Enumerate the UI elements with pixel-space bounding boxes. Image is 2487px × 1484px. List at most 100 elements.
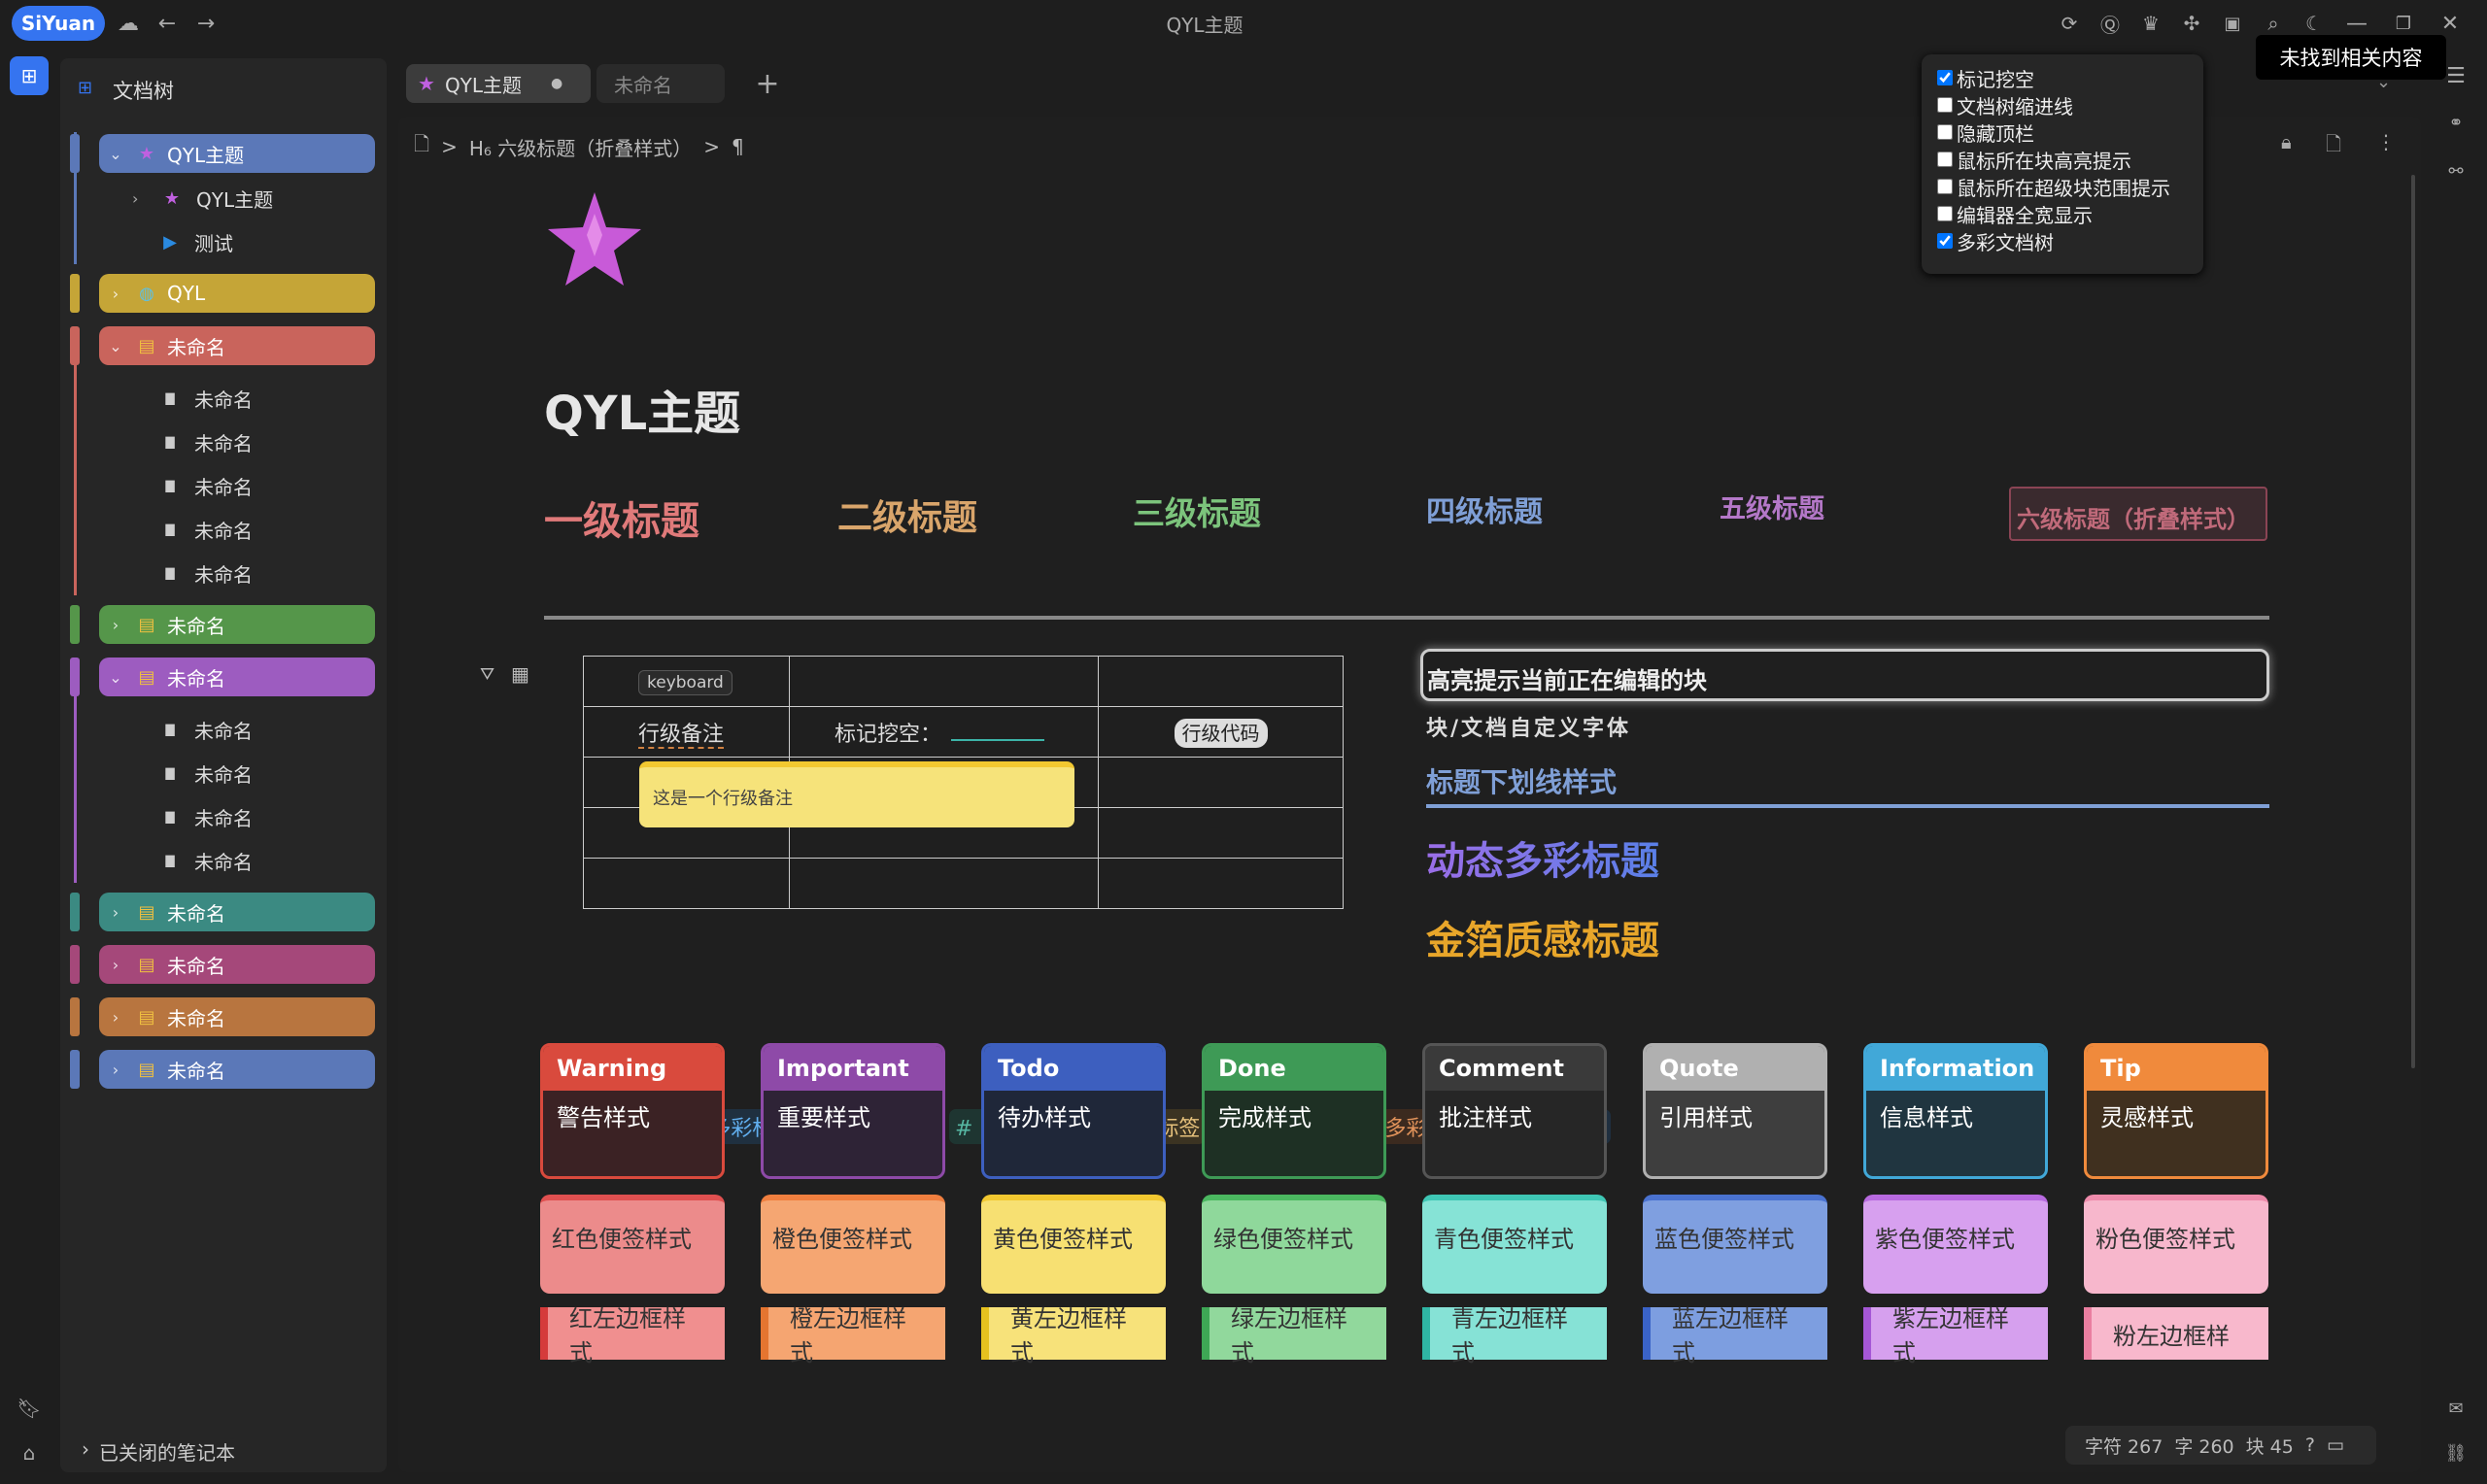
left-border-block[interactable]: 青左边框样式 xyxy=(1422,1305,1607,1366)
help-icon[interactable]: ? xyxy=(2305,1434,2315,1456)
chevron-right-icon[interactable]: › xyxy=(132,189,152,208)
tag-icon[interactable]: ⌂ xyxy=(10,1433,49,1472)
notebook-6[interactable]: › ▤ 未命名 xyxy=(60,943,387,986)
tab-untitled[interactable]: 未命名 xyxy=(596,64,725,103)
setting-checkbox[interactable] xyxy=(1937,152,1953,167)
sticky-note[interactable]: 黄色便签样式 xyxy=(981,1195,1166,1294)
notebook-pill[interactable]: › ▤ 未命名 xyxy=(99,1050,375,1089)
callout-important[interactable]: Important 重要样式 xyxy=(761,1043,945,1179)
forward-icon[interactable]: → xyxy=(190,8,221,39)
setting-option[interactable]: 隐藏顶栏 xyxy=(1937,118,2034,146)
back-icon[interactable]: ← xyxy=(152,8,183,39)
underline-heading[interactable]: 标题下划线样式 xyxy=(1426,761,2269,808)
global-graph-icon[interactable]: ⚯ xyxy=(2436,152,2475,190)
tab-menu-chevron-icon[interactable]: ⌄ xyxy=(2376,72,2391,92)
panel-icon[interactable]: ▭ xyxy=(2327,1434,2344,1456)
chevron-right-icon[interactable]: › xyxy=(99,1008,132,1027)
notebook-1[interactable]: › ◍ QYL xyxy=(60,272,387,315)
heading-4[interactable]: 四级标题 xyxy=(1426,488,1543,530)
sticky-note[interactable]: 青色便签样式 xyxy=(1422,1195,1607,1294)
doc-item[interactable]: ▇ 未命名 xyxy=(60,708,387,751)
callout-todo[interactable]: Todo 待办样式 xyxy=(981,1043,1166,1179)
callout-quote[interactable]: Quote 引用样式 xyxy=(1643,1043,1827,1179)
doc-item[interactable]: ▇ 未命名 xyxy=(60,552,387,594)
chevron-right-icon[interactable]: › xyxy=(99,285,132,303)
left-border-block[interactable]: 黄左边框样式 xyxy=(981,1305,1166,1366)
setting-checkbox[interactable] xyxy=(1937,97,1953,113)
doc-icon[interactable]: 🗋 xyxy=(2326,130,2341,163)
sync-icon[interactable]: ⟳ xyxy=(2054,8,2085,39)
closed-notebooks[interactable]: › 已关闭的笔记本 xyxy=(82,1437,235,1466)
setting-checkbox[interactable] xyxy=(1937,206,1953,221)
heading-3[interactable]: 三级标题 xyxy=(1133,488,1261,534)
chevron-down-icon[interactable]: ⌄ xyxy=(99,337,132,355)
setting-option[interactable]: 文档树缩进线 xyxy=(1937,91,2073,118)
doc-tree-rail-icon[interactable]: ⊞ xyxy=(10,56,49,95)
notebook-4[interactable]: ⌄ ▤ 未命名 xyxy=(60,656,387,698)
doc-item[interactable]: ▇ 未命名 xyxy=(60,795,387,838)
notebook-2[interactable]: ⌄ ▤ 未命名 xyxy=(60,324,387,367)
notebook-0[interactable]: ⌄ ★ QYL主题 xyxy=(60,132,387,175)
drag-icon[interactable]: ⛛ xyxy=(480,664,494,685)
siyuan-logo-button[interactable]: SiYuan xyxy=(12,6,105,41)
sticky-note[interactable]: 红色便签样式 xyxy=(540,1195,725,1294)
heading-1[interactable]: 一级标题 xyxy=(544,489,699,546)
notebook-pill[interactable]: ⌄ ▤ 未命名 xyxy=(99,658,375,696)
chevron-down-icon[interactable]: ⌄ xyxy=(99,145,132,163)
callout-warning[interactable]: Warning 警告样式 xyxy=(540,1043,725,1179)
graph-icon[interactable]: ⚭ xyxy=(2436,103,2475,142)
doc-item[interactable]: ▇ 未命名 xyxy=(60,464,387,507)
chevron-down-icon[interactable]: ⌄ xyxy=(99,668,132,687)
setting-option[interactable]: 多彩文档树 xyxy=(1937,227,2054,254)
notebook-pill[interactable]: › ◍ QYL xyxy=(99,274,375,313)
heading-5[interactable]: 五级标题 xyxy=(1720,488,1824,525)
table-icon[interactable]: ▦ xyxy=(511,662,529,686)
gold-heading[interactable]: 金箔质感标题 xyxy=(1426,909,1659,965)
doc-item[interactable]: ▇ 未命名 xyxy=(60,508,387,551)
setting-option[interactable]: 鼠标所在块高亮提示 xyxy=(1937,146,2131,173)
puzzle-icon[interactable]: ✣ xyxy=(2176,8,2207,39)
sticky-note[interactable]: 紫色便签样式 xyxy=(1863,1195,2048,1294)
dynamic-heading[interactable]: 动态多彩标题 xyxy=(1426,829,1659,886)
q-icon[interactable]: Ⓠ xyxy=(2095,8,2126,39)
inline-memo[interactable]: 行级备注 xyxy=(638,722,725,749)
cloud-icon[interactable]: ☁ xyxy=(113,8,144,39)
setting-option[interactable]: 编辑器全宽显示 xyxy=(1937,200,2093,227)
setting-checkbox[interactable] xyxy=(1937,70,1953,85)
scrollbar[interactable] xyxy=(2411,175,2415,1068)
doc-item[interactable]: ▶ 测试 xyxy=(60,220,387,263)
chevron-right-icon[interactable]: › xyxy=(99,1061,132,1079)
terminal-icon[interactable]: ▣ xyxy=(2217,8,2248,39)
notebook-5[interactable]: › ▤ 未命名 xyxy=(60,891,387,933)
breadcrumb-paragraph[interactable]: ¶ xyxy=(732,135,744,158)
notebook-pill[interactable]: › ▤ 未命名 xyxy=(99,997,375,1036)
backlink-icon[interactable]: ⛓ xyxy=(2436,1433,2475,1472)
heading-6-folded[interactable]: 六级标题（折叠样式） xyxy=(2009,487,2267,541)
highlight-block[interactable]: 高亮提示当前正在编辑的块 xyxy=(1420,649,2269,701)
setting-checkbox[interactable] xyxy=(1937,233,1953,249)
sticky-note[interactable]: 绿色便签样式 xyxy=(1202,1195,1386,1294)
left-border-block[interactable]: 粉左边框样 xyxy=(2084,1307,2268,1360)
crown-icon[interactable]: ♛ xyxy=(2135,8,2166,39)
notebook-pill[interactable]: › ▤ 未命名 xyxy=(99,945,375,984)
notebook-3[interactable]: › ▤ 未命名 xyxy=(60,603,387,646)
sticky-note[interactable]: 蓝色便签样式 xyxy=(1643,1195,1827,1294)
left-border-block[interactable]: 红左边框样式 xyxy=(540,1305,725,1366)
callout-information[interactable]: Information 信息样式 xyxy=(1863,1043,2048,1179)
setting-checkbox[interactable] xyxy=(1937,124,1953,140)
cloze-blank[interactable] xyxy=(951,738,1045,741)
left-border-block[interactable]: 蓝左边框样式 xyxy=(1643,1305,1827,1366)
lock-icon[interactable]: 🔒︎ xyxy=(2281,130,2292,153)
left-border-block[interactable]: 绿左边框样式 xyxy=(1202,1305,1386,1366)
chevron-right-icon[interactable]: › xyxy=(99,616,132,634)
sticky-note[interactable]: 粉色便签样式 xyxy=(2084,1195,2268,1294)
notebook-pill[interactable]: › ▤ 未命名 xyxy=(99,605,375,644)
notebook-pill[interactable]: ⌄ ▤ 未命名 xyxy=(99,326,375,365)
bookmark-icon[interactable]: 🔖︎ xyxy=(10,1389,49,1428)
doc-item[interactable]: ▇ 未命名 xyxy=(60,752,387,794)
notebook-7[interactable]: › ▤ 未命名 xyxy=(60,995,387,1038)
chevron-right-icon[interactable]: › xyxy=(99,956,132,974)
doc-item[interactable]: ▇ 未命名 xyxy=(60,839,387,882)
doc-item[interactable]: ▇ 未命名 xyxy=(60,377,387,420)
custom-font-block[interactable]: 块/文档自定义字体 xyxy=(1426,711,1631,742)
